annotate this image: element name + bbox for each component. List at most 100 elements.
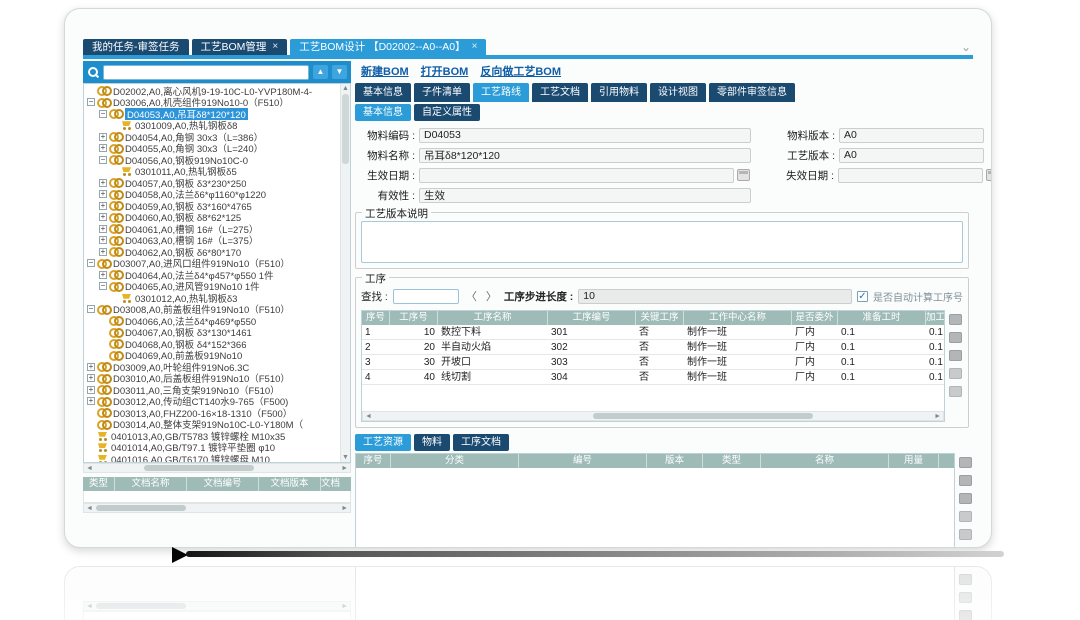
table-action-icon-3[interactable] [959,493,972,504]
material-code-field[interactable] [419,128,751,143]
expand-toggle-icon[interactable] [99,248,107,256]
calendar-icon[interactable] [986,169,992,181]
tree-item[interactable]: D04058,A0,法兰δ6*φ1160*φ1220 [84,189,340,201]
expand-toggle-icon[interactable] [99,202,107,210]
detail-tab[interactable]: 工艺路线 [473,83,529,102]
close-icon[interactable]: × [472,37,478,57]
expand-toggle-icon[interactable] [87,98,95,106]
tree-item[interactable]: D04064,A0,法兰δ4*φ457*φ550 1件 [84,269,340,281]
table-action-icon-5[interactable] [949,386,962,397]
expand-toggle-icon[interactable] [87,363,95,371]
validity-field[interactable] [419,188,751,203]
tree-item[interactable]: D03012,A0,传动组CT140水9-765（F500) [84,396,340,408]
table-action-icon-5[interactable] [959,529,972,540]
window-collapse-icon[interactable]: ⌄ [961,40,971,54]
tree-item[interactable]: D03006,A0,机壳组件919No10-0（F510） [84,97,340,109]
tree-item[interactable]: 0401016,A0,GB/T6170 镀锌螺母 M10 [84,453,340,462]
tree-item[interactable]: D04062,A0,钢板 δ6*80*170 [84,246,340,258]
tree-item[interactable]: D04053,A0,吊耳δ8*120*120 [84,108,340,120]
expand-toggle-icon[interactable] [99,225,107,233]
detail-tab[interactable]: 设计视图 [650,83,706,102]
tab-bom-design[interactable]: 工艺BOM设计 【D02002--A0--A0】 × [290,39,486,55]
detail-tab[interactable]: 引用物料 [591,83,647,102]
table-action-icon-1[interactable] [949,314,962,325]
expand-toggle-icon[interactable] [87,386,95,394]
scroll-left-icon[interactable]: ◄ [86,505,93,512]
expand-toggle-icon[interactable] [87,259,95,267]
close-icon[interactable]: × [272,37,278,57]
find-prev-icon[interactable]: 〈 [464,288,479,304]
tree-item[interactable]: 0401014,A0,GB/T97.1 镀锌平垫圈 φ10 [84,442,340,454]
scroll-right-icon[interactable]: ► [341,505,348,512]
expand-toggle-icon[interactable] [87,397,95,405]
expand-toggle-icon[interactable] [99,271,107,279]
calendar-icon[interactable] [737,169,750,181]
tree-item[interactable]: 0301009,A0,热轧钢板δ8 [84,120,340,132]
table-action-icon-2[interactable] [959,475,972,486]
tree-item[interactable]: D03013,A0,FHZ200-16×18-1310（F500） [84,407,340,419]
search-prev-icon[interactable]: ▲ [313,65,328,79]
tree-item[interactable]: D04065,A0,进风管919No10 1件 [84,281,340,293]
detail-subtab[interactable]: 基本信息 [355,104,411,121]
table-action-icon-3[interactable] [949,350,962,361]
material-name-field[interactable] [419,148,751,163]
tree-item[interactable]: D03008,A0,前盖板组件919No10（F510） [84,304,340,316]
bom-action-link[interactable]: 新建BOM [361,63,409,79]
tree-horizontal-scrollbar[interactable]: ◄ ► [83,463,351,473]
expand-toggle-icon[interactable] [99,133,107,141]
scroll-right-icon[interactable]: ► [934,413,941,420]
version-note-textarea[interactable] [361,221,963,263]
tree-search-input[interactable] [103,65,309,80]
resource-tab[interactable]: 工艺资源 [355,434,411,451]
scroll-left-icon[interactable]: ◄ [86,465,93,472]
expand-toggle-icon[interactable] [99,110,107,118]
search-next-icon[interactable]: ▼ [332,65,347,79]
table-action-icon-2[interactable] [949,332,962,343]
tree-vertical-scrollbar[interactable]: ▲ ▼ [340,84,350,462]
tree-item[interactable]: D03009,A0,叶轮组件919No6.3C [84,361,340,373]
tree-item[interactable]: D04069,A0,前盖板919No10 [84,350,340,362]
scrollbar-thumb[interactable] [96,505,186,511]
scroll-up-icon[interactable]: ▲ [341,85,350,92]
process-table-row[interactable]: 1 10 数控下料 301 否 制作一班 厂内 0.1 [362,325,944,340]
tab-my-tasks[interactable]: 我的任务-审签任务 [83,39,189,55]
process-horizontal-scrollbar[interactable]: ◄ ► [362,411,944,421]
process-table-row[interactable]: 2 20 半自动火焰 302 否 制作一班 厂内 0.1 [362,340,944,355]
expand-toggle-icon[interactable] [99,144,107,152]
expand-toggle-icon[interactable] [99,156,107,164]
table-action-icon-1[interactable] [959,457,972,468]
effective-date-field[interactable] [419,168,734,183]
detail-tab[interactable]: 子件清单 [414,83,470,102]
scrollbar-thumb[interactable] [593,413,813,419]
expand-toggle-icon[interactable] [99,213,107,221]
expand-toggle-icon[interactable] [99,236,107,244]
expiry-date-field[interactable] [838,168,983,183]
auto-number-checkbox[interactable]: ✓ [857,291,868,302]
process-table-row[interactable]: 3 30 开坡口 303 否 制作一班 厂内 0.1 [362,355,944,370]
tree-item[interactable]: D04061,A0,槽钢 16#（L=275） [84,223,340,235]
tree-item[interactable]: D04067,A0,钢板 δ3*130*1461 [84,327,340,339]
scrollbar-thumb[interactable] [144,465,254,471]
expand-toggle-icon[interactable] [99,282,107,290]
scrollbar-thumb[interactable] [342,94,349,164]
table-action-icon-4[interactable] [959,511,972,522]
tree-item[interactable]: D04056,A0,钢板919No10C-0 [84,154,340,166]
scroll-down-icon[interactable]: ▼ [341,454,350,461]
tree-item[interactable]: D04055,A0,角钢 30x3（L=240） [84,143,340,155]
tree-item[interactable]: D04066,A0,法兰δ4*φ469*φ550 [84,315,340,327]
process-table-row[interactable]: 4 40 线切割 304 否 制作一班 厂内 0.1 [362,370,944,385]
detail-tab[interactable]: 基本信息 [355,83,411,102]
material-version-field[interactable] [839,128,984,143]
bom-action-link[interactable]: 反向做工艺BOM [480,63,561,79]
tree-item[interactable]: D02002,A0,离心风机9-19-10C-L0-YVP180M-4- [84,85,340,97]
expand-toggle-icon[interactable] [87,305,95,313]
tree-item[interactable]: D04060,A0,钢板 δ8*62*125 [84,212,340,224]
document-horizontal-scrollbar[interactable]: ◄ ► [83,503,351,513]
process-version-field[interactable] [839,148,984,163]
tree-item[interactable]: D04059,A0,钢板 δ3*160*4765 [84,200,340,212]
tree-item[interactable]: D03010,A0,后盖板组件919No10（F510） [84,373,340,385]
bom-action-link[interactable]: 打开BOM [421,63,469,79]
tree-item[interactable]: D04063,A0,槽钢 16#（L=375） [84,235,340,247]
scroll-right-icon[interactable]: ► [341,465,348,472]
tree-item[interactable]: D03011,A0,三角支架919No10（F510） [84,384,340,396]
